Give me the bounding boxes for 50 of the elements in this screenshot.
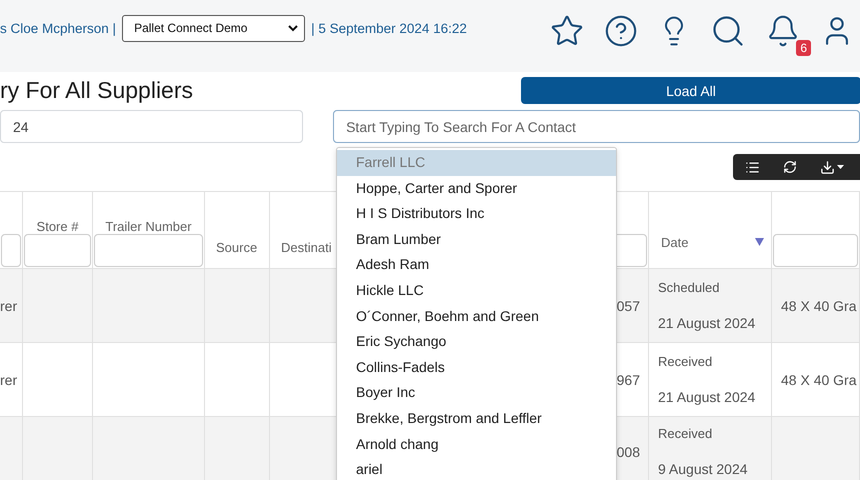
status-text: Received — [657, 426, 714, 441]
table-cell-text: rer — [0, 372, 18, 388]
column-header: Destinati — [280, 240, 332, 257]
user-name: s Cloe Mcpherson | — [0, 20, 116, 36]
notification-badge: 6 — [796, 40, 811, 56]
date-field[interactable]: 24 — [0, 110, 304, 143]
date-text: 21 August 2024 — [657, 388, 756, 405]
contact-option[interactable]: Brekke, Bergstrom and Leffler — [337, 406, 616, 432]
export-button[interactable] — [820, 160, 844, 174]
date-text: 9 August 2024 — [657, 460, 749, 477]
table-cell-text: 057 — [616, 298, 641, 314]
status-text: Scheduled — [657, 280, 720, 295]
date-text: 21 August 2024 — [657, 314, 756, 331]
caret-icon — [837, 165, 844, 169]
page-title: ry For All Suppliers — [0, 77, 194, 104]
column-header: Trailer Number — [104, 218, 193, 234]
columns-icon[interactable] — [744, 160, 760, 174]
chevron-down-icon — [288, 24, 298, 32]
table-cell-text: 48 X 40 Gra — [780, 298, 858, 314]
filter-input[interactable] — [94, 234, 203, 267]
contact-option[interactable]: Boyer Inc — [337, 380, 616, 406]
sort-icon — [755, 238, 764, 246]
contact-option[interactable]: Bram Lumber — [337, 226, 616, 252]
contact-option[interactable]: Hickle LLC — [337, 278, 616, 304]
contact-option[interactable]: Hoppe, Carter and Sporer — [337, 176, 616, 202]
table-cell-text: 008 — [616, 444, 641, 460]
contact-option[interactable]: O´Conner, Boehm and Green — [337, 304, 616, 330]
filter-input[interactable] — [24, 234, 91, 267]
table-cell-text: 48 X 40 Gra — [780, 372, 858, 388]
column-header: Source — [215, 240, 258, 257]
bell-icon[interactable] — [766, 14, 800, 48]
contact-option[interactable]: ariel — [337, 457, 616, 480]
current-datetime: | 5 September 2024 16:22 — [311, 20, 467, 36]
status-text: Received — [657, 354, 714, 369]
filter-input[interactable] — [773, 234, 858, 267]
help-icon[interactable] — [604, 14, 638, 48]
column-header: Store # — [36, 218, 80, 234]
contact-option[interactable]: Eric Sychango — [337, 329, 616, 355]
company-select[interactable]: Pallet Connect Demo — [122, 14, 306, 42]
star-icon[interactable] — [550, 14, 584, 48]
filter-input[interactable] — [1, 234, 21, 267]
table-cell-text: rer — [0, 298, 18, 314]
table-cell-text: 967 — [616, 372, 641, 388]
contact-option[interactable]: Collins-Fadels — [337, 354, 616, 380]
load-all-button[interactable]: Load All — [521, 77, 860, 104]
refresh-icon[interactable] — [782, 160, 797, 174]
contact-search-field[interactable]: Start Typing To Search For A Contact — [333, 110, 860, 143]
contact-option[interactable]: Adesh Ram — [337, 252, 616, 278]
contact-option[interactable]: H I S Distributors Inc — [337, 201, 616, 227]
contact-option[interactable]: Arnold chang — [337, 432, 616, 458]
